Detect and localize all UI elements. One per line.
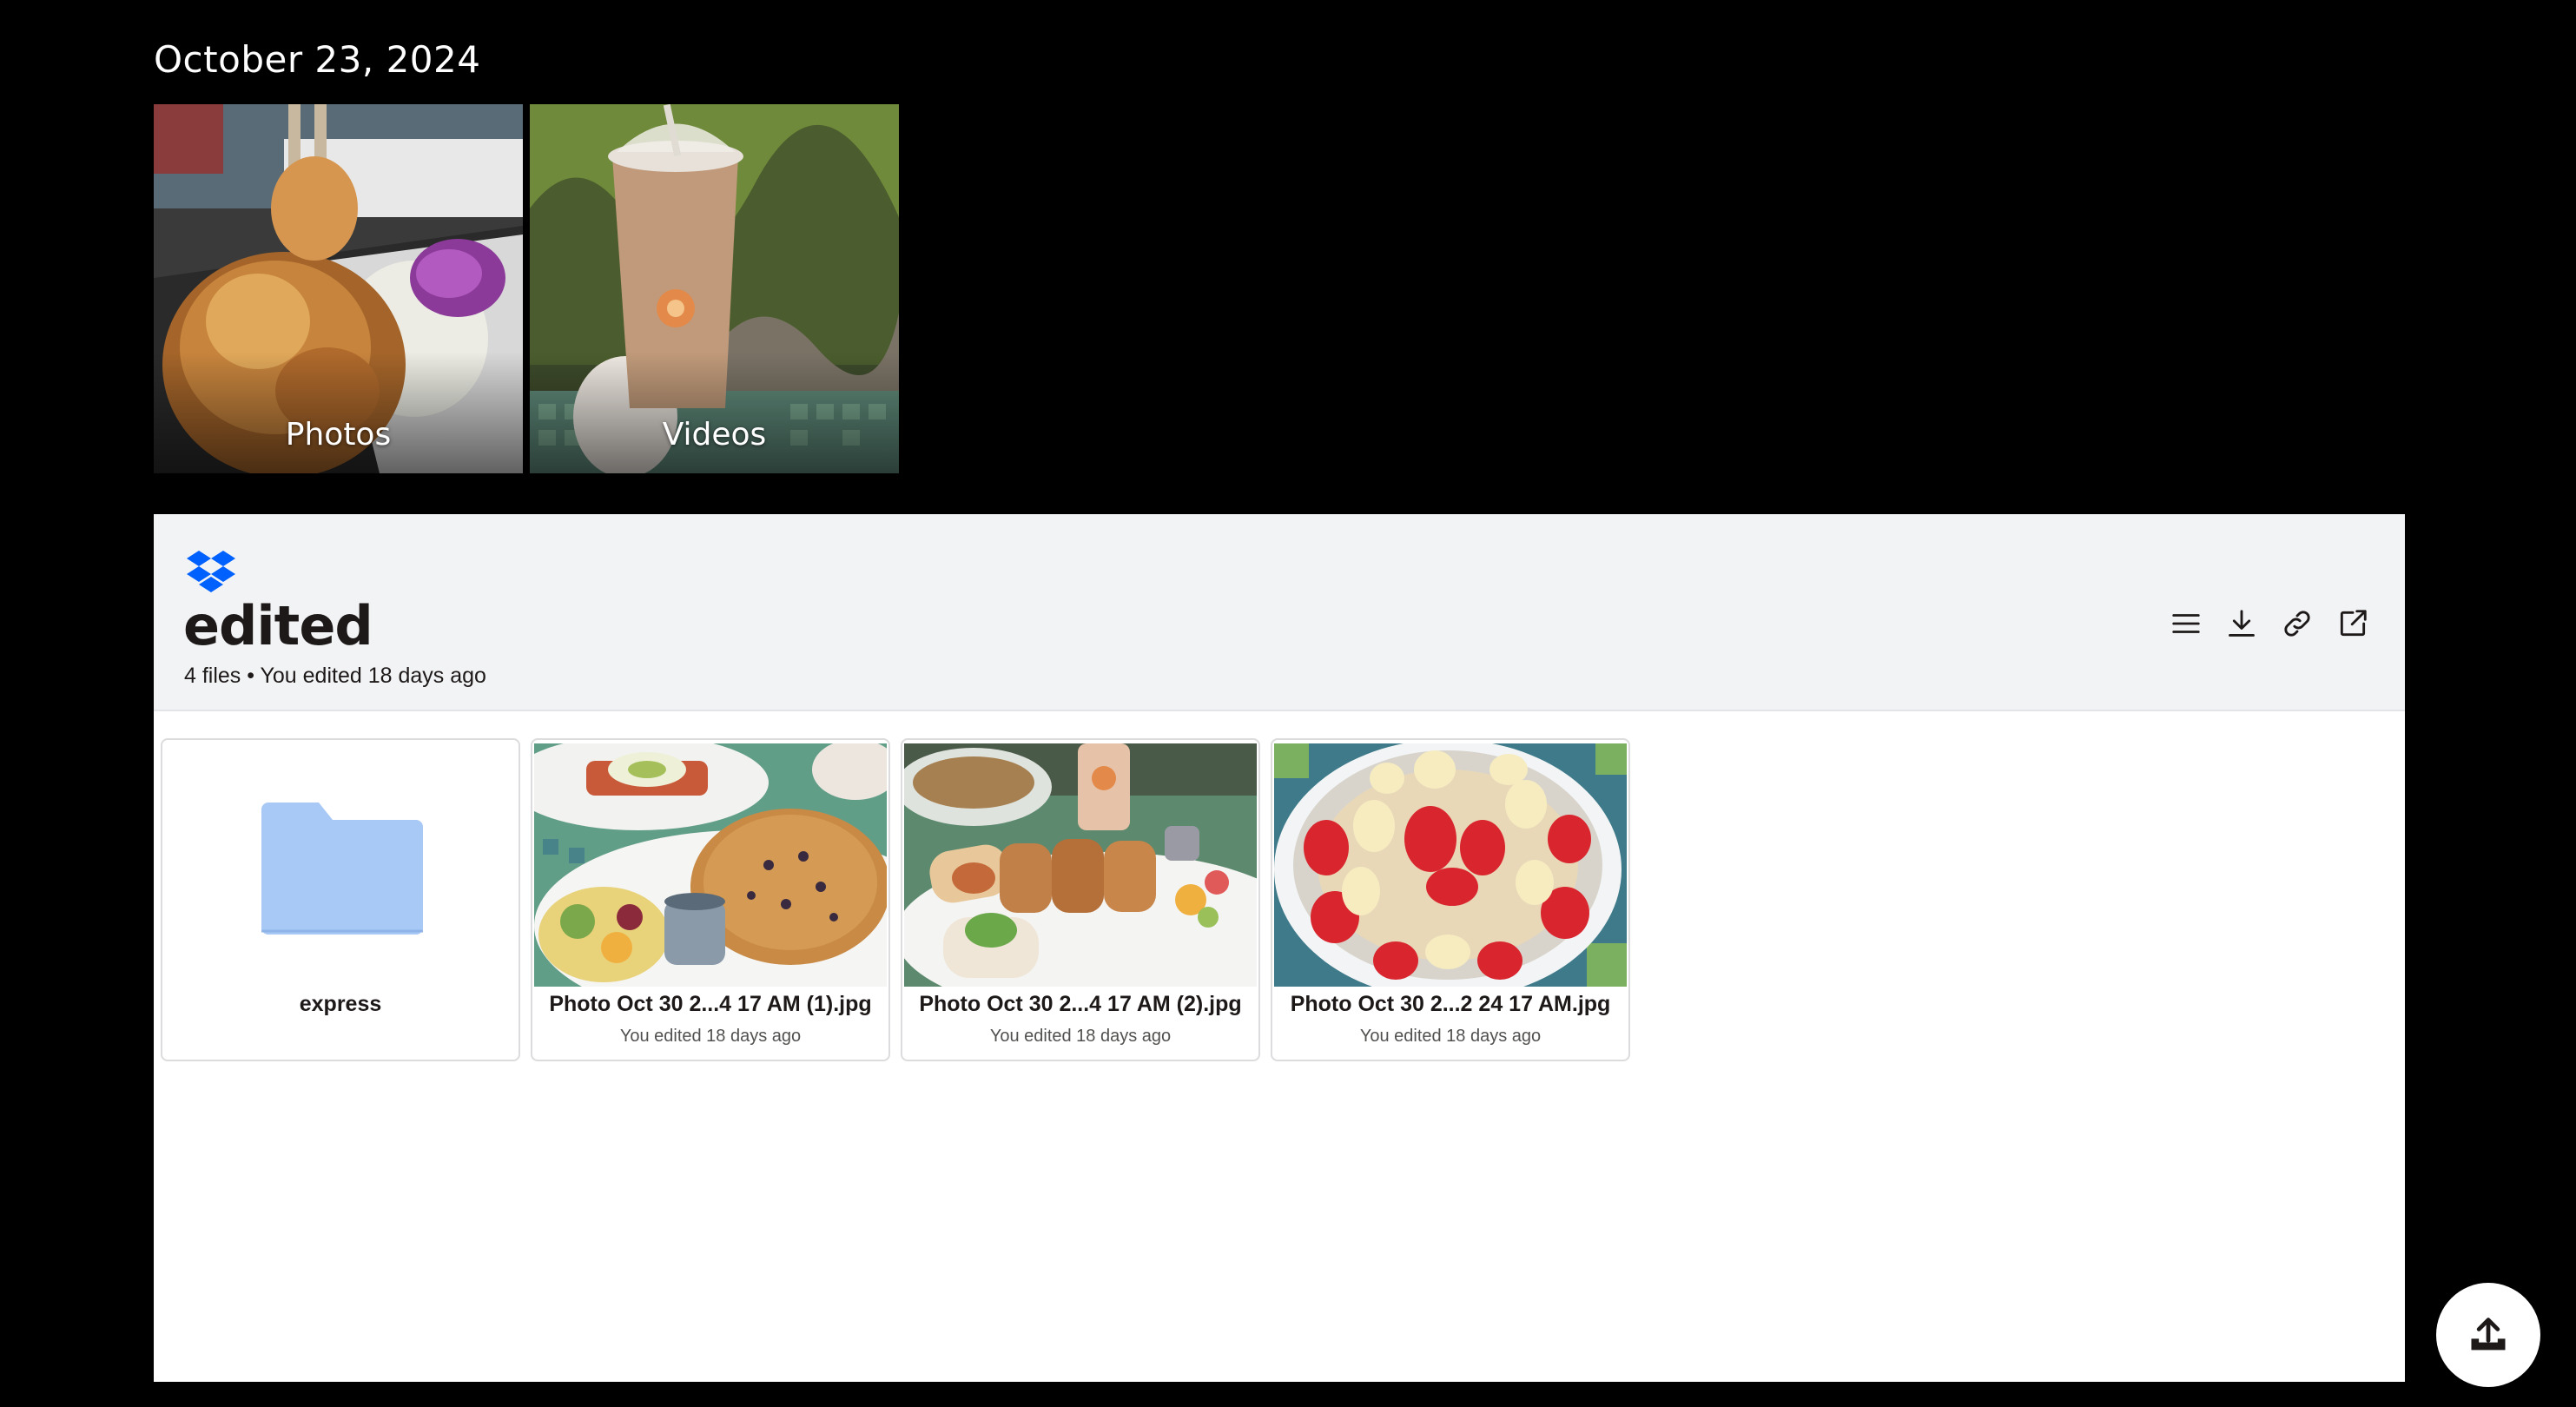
pancake-photo <box>534 743 887 987</box>
date-heading: October 23, 2024 <box>154 38 481 81</box>
item-modified: You edited 18 days ago <box>989 1027 1172 1046</box>
item-name: Photo Oct 30 2...4 17 AM (1).jpg <box>549 992 872 1016</box>
item-modified: You edited 18 days ago <box>619 1027 802 1046</box>
file-card[interactable]: Photo Oct 30 2...2 24 17 AM.jpg You edit… <box>1271 738 1630 1061</box>
list-view-button[interactable] <box>2167 604 2205 643</box>
item-modified: You edited 18 days ago <box>1359 1027 1542 1046</box>
folder-card-express[interactable]: express <box>161 738 520 1061</box>
folder-title: edited <box>183 594 373 657</box>
copy-link-button[interactable] <box>2278 604 2316 643</box>
videos-shade <box>530 352 899 473</box>
dropbox-embed: edited 4 files • You edited 18 days ago <box>154 514 2405 1382</box>
file-thumbnail <box>534 743 887 987</box>
header-actions <box>2167 604 2372 643</box>
folder-meta: 4 files • You edited 18 days ago <box>184 664 486 688</box>
album-photos[interactable]: Photos <box>154 104 523 473</box>
download-icon <box>2229 610 2255 637</box>
file-thumbnail <box>904 743 1257 987</box>
download-button[interactable] <box>2223 604 2261 643</box>
dropbox-logo-icon <box>187 551 235 592</box>
album-videos[interactable]: Videos <box>530 104 899 473</box>
upload-button[interactable] <box>2436 1283 2540 1387</box>
item-name: Photo Oct 30 2...4 17 AM (2).jpg <box>919 992 1242 1016</box>
album-label-videos: Videos <box>662 417 767 452</box>
album-label-photos: Photos <box>285 417 392 452</box>
link-icon <box>2284 611 2310 637</box>
file-grid: express Photo Oct 30 2...4 17 AM (1).jpg… <box>161 738 1630 1061</box>
item-name: express <box>299 992 382 1016</box>
open-in-dropbox-button[interactable] <box>2334 604 2372 643</box>
file-card[interactable]: Photo Oct 30 2...4 17 AM (2).jpg You edi… <box>901 738 1260 1061</box>
upload-icon <box>2471 1318 2506 1351</box>
photos-shade <box>154 352 523 473</box>
oatmeal-photo <box>1274 743 1627 987</box>
embed-header: edited 4 files • You edited 18 days ago <box>154 514 2405 711</box>
open-external-icon <box>2340 610 2367 637</box>
folder-icon <box>261 803 423 935</box>
page: October 23, 2024 Photos Videos edited 4 … <box>0 0 2576 1407</box>
item-name: Photo Oct 30 2...2 24 17 AM.jpg <box>1290 992 1611 1016</box>
wrap-photo <box>904 743 1257 987</box>
file-card[interactable]: Photo Oct 30 2...4 17 AM (1).jpg You edi… <box>531 738 890 1061</box>
file-thumbnail <box>1274 743 1627 987</box>
list-view-icon <box>2172 614 2200 633</box>
